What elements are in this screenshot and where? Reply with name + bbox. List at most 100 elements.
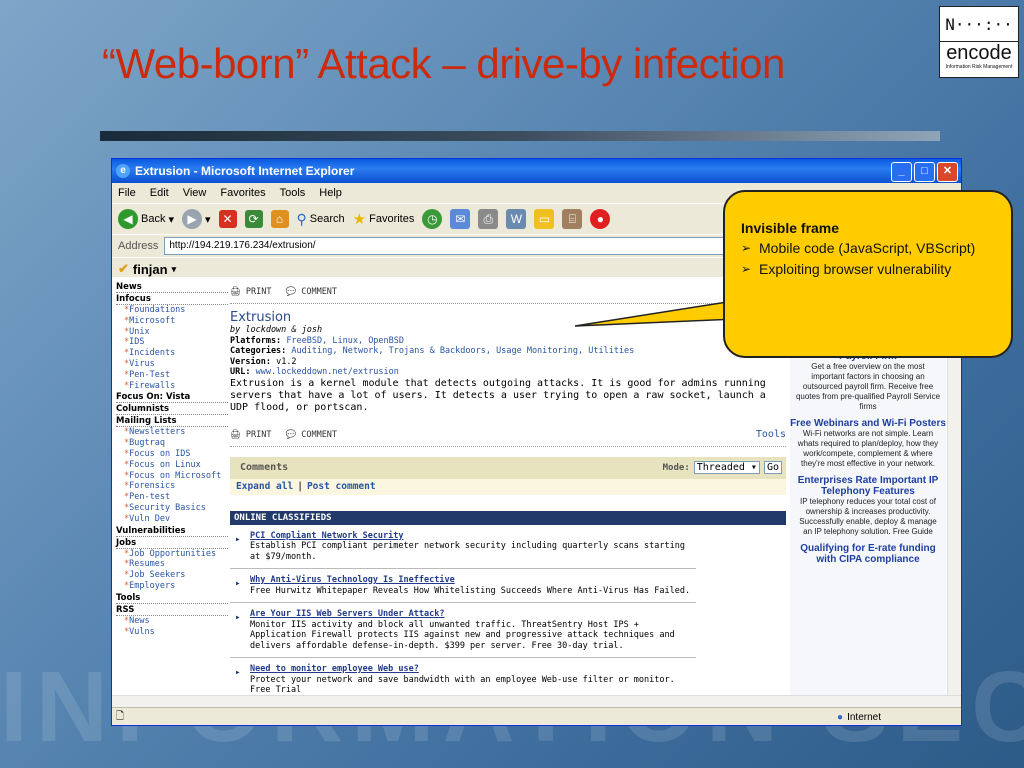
left-navigation: NewsInfocusFoundationsMicrosoftUnixIDSIn… <box>116 281 228 637</box>
nav-link[interactable]: Employers <box>116 581 228 592</box>
globe-icon: ● <box>837 711 844 723</box>
sidebar-ad-heading[interactable]: Qualifying for E-rate funding with CIPA … <box>790 543 946 565</box>
nav-section-heading[interactable]: Vulnerabilities <box>116 526 228 537</box>
close-button[interactable]: ✕ <box>937 162 958 182</box>
print-icon[interactable]: ⎙ <box>478 209 499 229</box>
search-button[interactable]: ⚲ Search <box>297 211 345 228</box>
sidebar-ad-text: IP telephony reduces your total cost of … <box>799 497 937 536</box>
nav-link[interactable]: Pen-test <box>116 492 228 503</box>
edit-icon[interactable]: W <box>506 209 527 229</box>
menu-view[interactable]: View <box>183 187 207 199</box>
messenger-icon[interactable]: ● <box>590 209 611 229</box>
classified-ad: PCI Compliant Network SecurityEstablish … <box>230 525 696 569</box>
search-label: Search <box>309 213 345 225</box>
classified-ad-title[interactable]: Why Anti-Virus Technology Is Ineffective <box>250 575 696 586</box>
back-button[interactable]: ◀ Back ▾ <box>118 209 174 229</box>
nav-link[interactable]: Foundations <box>116 305 228 316</box>
refresh-icon[interactable]: ⟳ <box>244 210 263 228</box>
classified-ad-title[interactable]: PCI Compliant Network Security <box>250 531 696 542</box>
mode-select[interactable]: Threaded ▾ <box>693 461 760 474</box>
classified-ad-title[interactable]: Need to monitor employee Web use? <box>250 664 696 675</box>
nav-link[interactable]: Vuln Dev <box>116 514 228 525</box>
classified-ad: Need to monitor employee Web use?Protect… <box>230 658 696 695</box>
stop-icon[interactable]: ✕ <box>218 210 237 228</box>
nav-link[interactable]: Job Opportunities <box>116 549 228 560</box>
classifieds-header: ONLINE CLASSIFIEDS <box>230 510 786 525</box>
address-label: Address <box>118 240 159 252</box>
post-comment-link[interactable]: Post comment <box>307 481 376 492</box>
categories-links[interactable]: Auditing, Network, Trojans & Backdoors, … <box>291 346 634 356</box>
nav-link[interactable]: Incidents <box>116 348 228 359</box>
nav-section-heading[interactable]: RSS <box>116 605 228 616</box>
nav-link[interactable]: Vulns <box>116 627 228 638</box>
home-icon[interactable]: ⌂ <box>270 210 289 228</box>
nav-section-heading[interactable]: Mailing Lists <box>116 416 228 428</box>
article-version: Version: v1.2 <box>230 356 297 367</box>
comments-title: Comments <box>240 462 289 473</box>
nav-section-heading[interactable]: Tools <box>116 593 228 604</box>
print-link[interactable]: 🖨 PRINT <box>230 287 272 297</box>
nav-link[interactable]: Microsoft <box>116 316 228 327</box>
sidebar-ad-heading[interactable]: Free Webinars and Wi-Fi Posters <box>790 418 946 429</box>
logo-subtitle: Information Risk Management <box>945 64 1013 70</box>
expand-all-link[interactable]: Expand all <box>236 481 293 492</box>
nav-section-heading[interactable]: News <box>116 282 228 293</box>
forward-arrow-icon: ▶ <box>182 209 202 229</box>
article-url-link[interactable]: www.lockeddown.net/extrusion <box>256 367 399 377</box>
nav-link[interactable]: Virus <box>116 359 228 370</box>
nav-section-heading[interactable]: Focus On: Vista <box>116 392 228 404</box>
classifieds-list: PCI Compliant Network SecurityEstablish … <box>230 525 786 695</box>
comments-header: Comments Mode: Threaded ▾ Go <box>230 456 786 479</box>
nav-link[interactable]: Pen-Test <box>116 370 228 381</box>
ie-icon: e <box>116 164 130 178</box>
nav-link[interactable]: Bugtraq <box>116 438 228 449</box>
minimize-button[interactable]: _ <box>891 162 912 182</box>
nav-link[interactable]: Forensics <box>116 481 228 492</box>
slide-title: “Web-born” Attack – drive-by infection <box>102 40 785 87</box>
menu-edit[interactable]: Edit <box>150 187 169 199</box>
nav-section-heading[interactable]: Jobs <box>116 538 228 549</box>
encode-logo: N···:·· encode Information Risk Manageme… <box>939 6 1019 78</box>
nav-link[interactable]: Job Seekers <box>116 570 228 581</box>
logo-mark-icon: N···:·· <box>940 7 1018 42</box>
window-titlebar: e Extrusion - Microsoft Internet Explore… <box>112 159 961 183</box>
tools-link[interactable]: Tools <box>756 429 786 440</box>
nav-link[interactable]: Focus on Microsoft <box>116 471 228 482</box>
print-link-bottom[interactable]: 🖨 PRINT <box>230 430 272 440</box>
address-input[interactable]: http://194.219.176.234/extrusion/ <box>164 237 731 255</box>
classified-ad-text: Free Hurwitz Whitepaper Reveals How Whit… <box>250 585 691 596</box>
callout-title: Invisible frame <box>741 220 840 236</box>
nav-link[interactable]: Firewalls <box>116 381 228 392</box>
mail-icon[interactable]: ✉ <box>450 209 471 229</box>
research-icon[interactable]: ⌸ <box>562 209 583 229</box>
nav-link[interactable]: Focus on IDS <box>116 449 228 460</box>
comment-link[interactable]: 💬 COMMENT <box>286 287 338 297</box>
nav-link[interactable]: Newsletters <box>116 427 228 438</box>
menu-file[interactable]: File <box>118 187 136 199</box>
favorites-button[interactable]: ★ Favorites <box>353 210 415 228</box>
nav-link[interactable]: Unix <box>116 327 228 338</box>
classified-ad-title[interactable]: Are Your IIS Web Servers Under Attack? <box>250 609 696 620</box>
nav-section-heading[interactable]: Columnists <box>116 404 228 416</box>
menu-favorites[interactable]: Favorites <box>220 187 265 199</box>
maximize-button[interactable]: □ <box>914 162 935 182</box>
nav-link[interactable]: News <box>116 616 228 627</box>
finjan-shield-icon: ✔ <box>118 261 129 276</box>
sidebar-ad-heading[interactable]: Enterprises Rate Important IP Telephony … <box>790 475 946 497</box>
notes-icon[interactable]: ▭ <box>534 209 555 229</box>
nav-link[interactable]: IDS <box>116 337 228 348</box>
nav-section-heading[interactable]: Infocus <box>116 294 228 305</box>
callout-item: Mobile code (JavaScript, VBScript) <box>741 240 997 257</box>
menu-tools[interactable]: Tools <box>280 187 306 199</box>
nav-link[interactable]: Security Basics <box>116 503 228 514</box>
nav-link[interactable]: Focus on Linux <box>116 460 228 471</box>
menu-help[interactable]: Help <box>319 187 342 199</box>
finjan-label: finjan <box>132 261 168 277</box>
history-icon[interactable]: ◷ <box>422 209 443 229</box>
platforms-links[interactable]: FreeBSD, Linux, OpenBSD <box>286 336 404 346</box>
forward-button[interactable]: ▶ ▾ <box>182 209 211 229</box>
nav-link[interactable]: Resumes <box>116 559 228 570</box>
classified-ad-text: Monitor IIS activity and block all unwan… <box>250 619 675 651</box>
comment-link-bottom[interactable]: 💬 COMMENT <box>286 430 338 440</box>
go-button[interactable]: Go <box>763 461 782 474</box>
